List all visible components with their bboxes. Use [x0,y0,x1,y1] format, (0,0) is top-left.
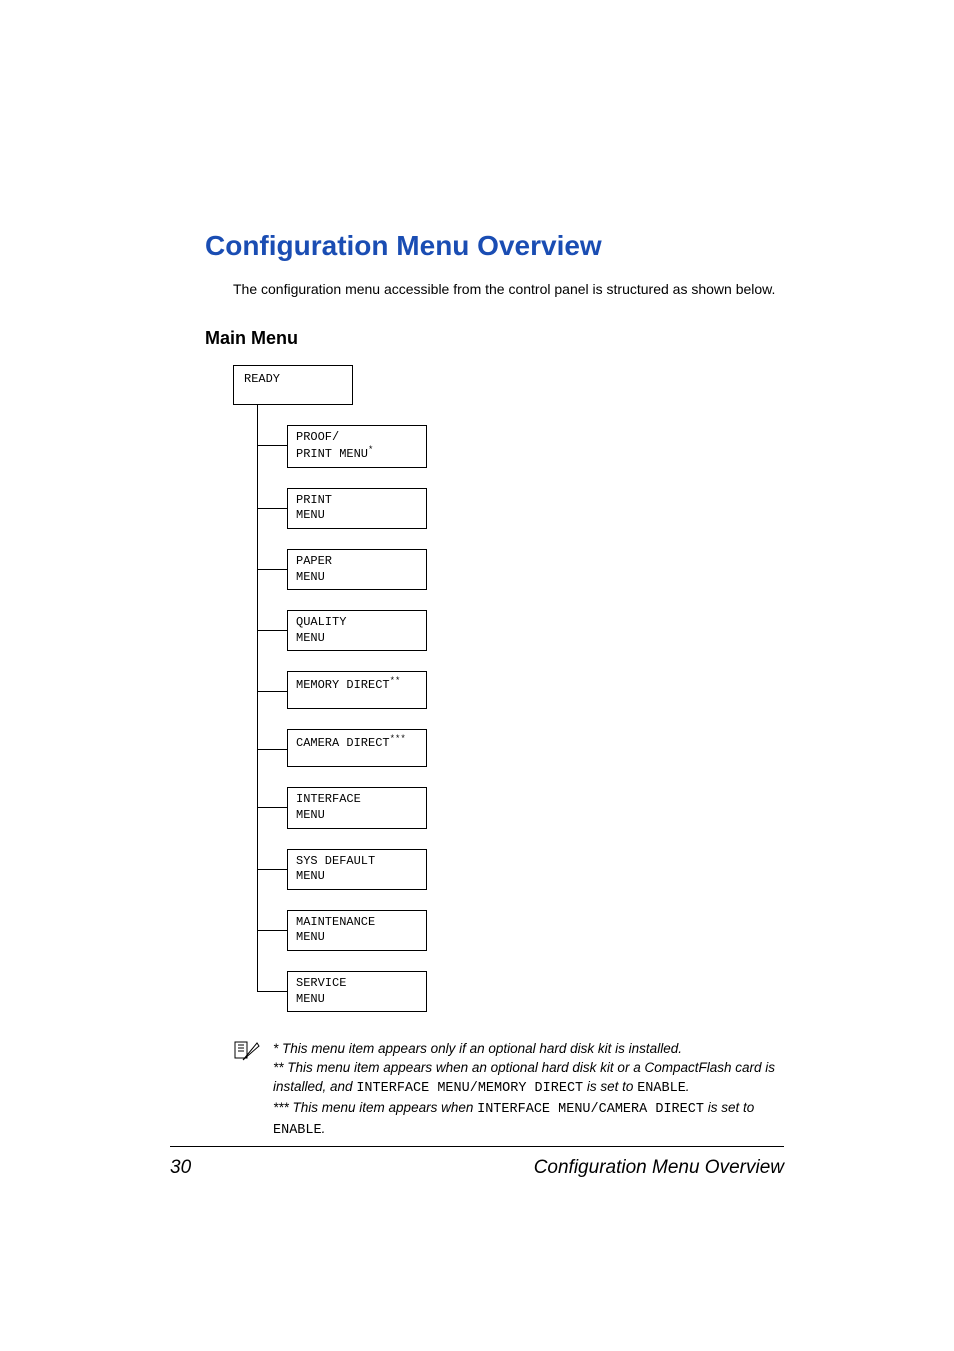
footer-rule [170,1146,784,1147]
note-block: * This menu item appears only if an opti… [233,1040,785,1140]
menu-item-quality: QUALITY MENU [257,590,785,651]
menu-box: SERVICE MENU [287,971,427,1012]
page-content: Configuration Menu Overview The configur… [205,230,785,1141]
note-text: * This menu item appears only if an opti… [273,1040,785,1140]
page-number: 30 [170,1157,191,1179]
heading-configuration-menu-overview: Configuration Menu Overview [205,230,785,262]
intro-text: The configuration menu accessible from t… [233,280,785,300]
heading-main-menu: Main Menu [205,328,785,349]
menu-item-interface: INTERFACE MENU [257,767,785,828]
note-enable-3: ENABLE [273,1123,322,1138]
menu-item-maintenance: MAINTENANCE MENU [257,890,785,951]
menu-box: INTERFACE MENU [287,787,427,828]
footer-row: 30 Configuration Menu Overview [170,1157,784,1179]
note-code-3: INTERFACE MENU/CAMERA DIRECT [477,1102,704,1117]
menu-tree: PROOF/ PRINT MENU* PRINT MENU PAPER MENU… [257,405,785,1013]
menu-item-sys-default: SYS DEFAULT MENU [257,829,785,890]
menu-item-camera-direct: CAMERA DIRECT*** [257,709,785,767]
menu-item-print: PRINT MENU [257,468,785,529]
page-footer: 30 Configuration Menu Overview [170,1146,784,1179]
footer-title: Configuration Menu Overview [534,1157,784,1179]
menu-item-paper: PAPER MENU [257,529,785,590]
menu-item-proof-print: PROOF/ PRINT MENU* [257,405,785,468]
ready-box: READY [233,365,353,405]
menu-box: SYS DEFAULT MENU [287,849,427,890]
note-line-3c: . [322,1121,326,1136]
menu-box: PRINT MENU [287,488,427,529]
menu-item-memory-direct: MEMORY DIRECT** [257,651,785,709]
note-icon [233,1040,261,1062]
menu-box: PAPER MENU [287,549,427,590]
menu-box: PROOF/ PRINT MENU* [287,425,427,468]
note-line-3a: *** This menu item appears when [273,1100,477,1115]
menu-box: MAINTENANCE MENU [287,910,427,951]
note-code-2: INTERFACE MENU/MEMORY DIRECT [356,1081,583,1096]
menu-box: QUALITY MENU [287,610,427,651]
note-line-2b: is set to [583,1079,637,1094]
menu-item-service: SERVICE MENU [257,951,785,1012]
note-line-3b: is set to [704,1100,754,1115]
note-enable-2: ENABLE [637,1081,686,1096]
menu-box: CAMERA DIRECT*** [287,729,427,767]
note-line-1: * This menu item appears only if an opti… [273,1041,682,1056]
menu-box: MEMORY DIRECT** [287,671,427,709]
note-line-2c: . [686,1079,690,1094]
